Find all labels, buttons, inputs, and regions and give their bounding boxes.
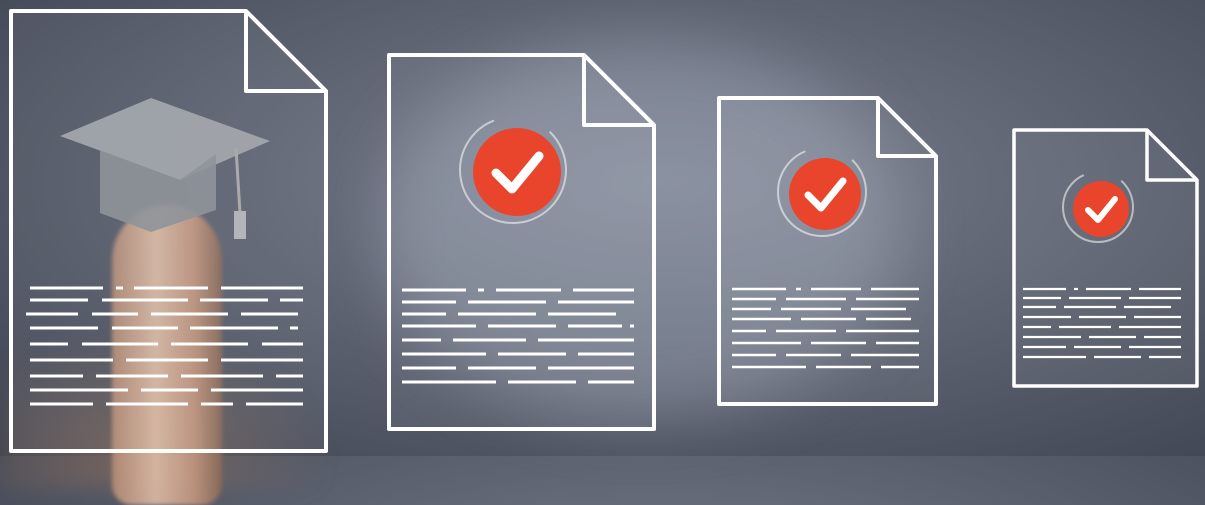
- scene-background: [0, 0, 1205, 505]
- document-approved-2[interactable]: [716, 95, 940, 407]
- document-approved-3[interactable]: [1011, 127, 1201, 389]
- checkmark-icon: [459, 116, 567, 224]
- document-approved-1[interactable]: [386, 52, 658, 432]
- checkmark-icon: [777, 147, 867, 237]
- checkmark-icon: [1062, 171, 1134, 243]
- document-graduation[interactable]: [8, 8, 330, 454]
